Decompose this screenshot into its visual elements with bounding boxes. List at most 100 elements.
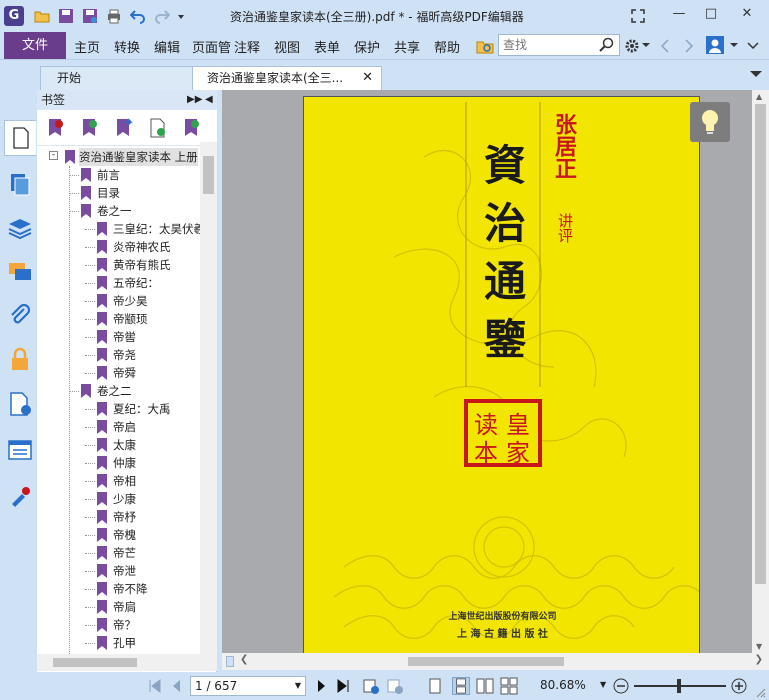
bookmark-item[interactable]: 仲康 <box>37 454 200 472</box>
bookmark-item[interactable]: 帝喾 <box>37 328 200 346</box>
single-page-view-icon[interactable] <box>426 677 444 695</box>
bookmark-item[interactable]: 帝扃 <box>37 598 200 616</box>
layers-icon[interactable] <box>6 214 34 242</box>
account-dropdown-icon[interactable] <box>730 41 738 49</box>
panel-expand-icon[interactable]: ▶▶ <box>187 90 202 110</box>
next-view-icon[interactable] <box>386 677 404 695</box>
bookmark-item[interactable]: 帝尧 <box>37 346 200 364</box>
page-dropdown-icon[interactable]: ▼ <box>295 677 301 695</box>
bookmark-item[interactable]: 帝杼 <box>37 508 200 526</box>
nav-forward-icon[interactable] <box>684 39 694 53</box>
minimize-button[interactable]: — <box>664 4 694 26</box>
menu-page-management[interactable]: 页面管 <box>192 37 232 56</box>
bookmark-tree-hscroll-thumb[interactable] <box>53 658 137 667</box>
form-fields-icon[interactable] <box>6 436 34 464</box>
bookmark-item[interactable]: 炎帝神农氏 <box>37 238 200 256</box>
customize-toolbar-icon[interactable] <box>176 8 186 24</box>
security-lock-icon[interactable] <box>6 346 34 374</box>
bookmark-item[interactable]: 资治通鉴皇家读本 上册 <box>37 148 200 166</box>
bookmark-item[interactable]: 帝不降 <box>37 580 200 598</box>
close-window-button[interactable]: ✕ <box>732 4 762 26</box>
print-icon[interactable] <box>106 8 122 24</box>
user-account-icon[interactable] <box>706 36 724 54</box>
bookmark-item[interactable]: 帝舜 <box>37 364 200 382</box>
next-page-icon[interactable] <box>312 677 330 695</box>
tab-start[interactable]: 开始 <box>40 66 198 90</box>
continuous-view-icon[interactable] <box>452 677 470 695</box>
fullscreen-icon[interactable] <box>630 8 646 24</box>
bookmark-item[interactable]: 五帝纪： <box>37 274 200 292</box>
page-number-field[interactable]: 1 / 657 ▼ <box>190 676 306 696</box>
bookmark-item[interactable]: 少康 <box>37 490 200 508</box>
zoom-slider-thumb[interactable] <box>677 679 681 693</box>
menu-protect[interactable]: 保护 <box>354 37 380 56</box>
search-input[interactable] <box>499 35 595 55</box>
split-view-handle[interactable] <box>226 656 234 667</box>
save-as-icon[interactable] <box>82 8 98 24</box>
document-properties-icon[interactable] <box>6 390 34 418</box>
document-vertical-scrollbar[interactable]: ▲ ▼ <box>752 90 769 653</box>
scroll-down-arrow-icon[interactable]: ▼ <box>756 642 762 651</box>
bookmark-item[interactable]: 孔甲 <box>37 634 200 652</box>
redo-icon[interactable] <box>154 8 170 24</box>
bookmark-item[interactable]: 帝颛顼 <box>37 310 200 328</box>
bookmark-item[interactable]: 前言 <box>37 166 200 184</box>
zoom-in-icon[interactable] <box>730 677 748 695</box>
app-logo-icon[interactable]: G <box>4 6 24 26</box>
menu-help[interactable]: 帮助 <box>434 37 460 56</box>
bookmark-item[interactable]: 卷之一 <box>37 202 200 220</box>
document-vertical-scroll-thumb[interactable] <box>755 104 766 584</box>
ribbon-collapse-icon[interactable] <box>746 38 760 52</box>
tab-list-dropdown-icon[interactable] <box>750 70 762 78</box>
bookmark-item[interactable]: 帝泄 <box>37 562 200 580</box>
move-bookmark-icon[interactable] <box>115 118 133 138</box>
bookmark-tree-vertical-scrollbar[interactable] <box>200 142 217 654</box>
resize-grip-icon[interactable] <box>754 686 766 698</box>
new-bookmark-from-page-icon[interactable] <box>149 118 167 138</box>
maximize-button[interactable]: □ <box>696 4 726 26</box>
last-page-icon[interactable] <box>334 677 352 695</box>
delete-bookmark-icon[interactable] <box>47 118 65 138</box>
tab-document[interactable]: 资治通鉴皇家读本(全三... ✕ <box>192 66 382 90</box>
scroll-up-arrow-icon[interactable]: ▲ <box>756 92 762 101</box>
bookmark-properties-icon[interactable] <box>183 118 201 138</box>
menu-view[interactable]: 视图 <box>274 37 300 56</box>
panel-collapse-icon[interactable]: ◀ <box>205 90 213 110</box>
bookmark-item[interactable]: 帝启 <box>37 418 200 436</box>
find-folder-icon[interactable] <box>476 37 494 55</box>
save-icon[interactable] <box>58 8 74 24</box>
open-folder-icon[interactable] <box>34 8 50 24</box>
previous-view-icon[interactable] <box>362 677 380 695</box>
settings-dropdown-icon[interactable] <box>642 41 650 49</box>
document-view[interactable]: 张居正 讲评 資 治 通 鑒 皇 家 读 本 上海世纪出版股份有限公司 上 海 … <box>222 90 752 653</box>
facing-view-icon[interactable] <box>476 677 494 695</box>
bookmark-item[interactable]: 卷之二 <box>37 382 200 400</box>
continuous-facing-view-icon[interactable] <box>500 677 518 695</box>
menu-comment[interactable]: 注释 <box>234 37 260 56</box>
tips-lightbulb-button[interactable] <box>690 102 730 142</box>
add-bookmark-icon[interactable] <box>81 118 99 138</box>
bookmark-item[interactable]: 帝？ <box>37 616 200 634</box>
zoom-out-icon[interactable] <box>612 677 630 695</box>
bookmark-item[interactable]: 三皇纪：太昊伏羲 <box>37 220 200 238</box>
bookmark-item[interactable]: 太康 <box>37 436 200 454</box>
bookmark-item[interactable]: 帝槐 <box>37 526 200 544</box>
menu-home[interactable]: 主页 <box>74 37 100 56</box>
attachments-paperclip-icon[interactable] <box>6 302 34 330</box>
comments-icon[interactable] <box>6 258 34 286</box>
bookmark-item[interactable]: 帝相 <box>37 472 200 490</box>
search-icon[interactable] <box>599 37 615 53</box>
document-horizontal-scrollbar[interactable]: ❮ ❯ <box>222 653 769 670</box>
bookmark-item[interactable]: 夏纪：大禹 <box>37 400 200 418</box>
menu-form[interactable]: 表单 <box>314 37 340 56</box>
file-menu-button[interactable]: 文件 <box>4 32 66 59</box>
first-page-icon[interactable] <box>146 677 164 695</box>
menu-convert[interactable]: 转换 <box>114 37 140 56</box>
bookmark-tree-scroll-thumb[interactable] <box>203 156 214 194</box>
rail-bookmarks-button[interactable] <box>4 120 36 156</box>
zoom-dropdown-icon[interactable]: ▼ <box>600 680 606 689</box>
document-horizontal-scroll-thumb[interactable] <box>408 657 564 666</box>
scroll-left-arrow-icon[interactable]: ❮ <box>240 654 248 665</box>
zoom-level[interactable]: 80.68% <box>540 678 586 692</box>
tab-close-icon[interactable]: ✕ <box>362 67 373 89</box>
